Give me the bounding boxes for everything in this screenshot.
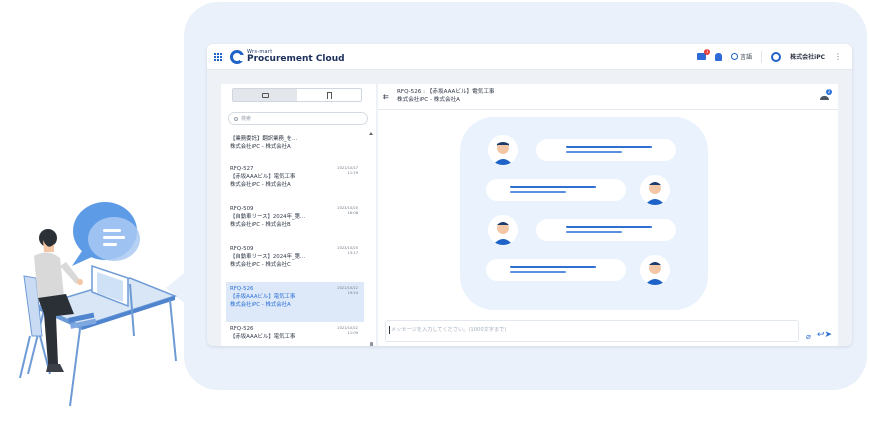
divider bbox=[761, 50, 763, 63]
chat-badge: 1 bbox=[704, 49, 711, 55]
avatar-right bbox=[640, 255, 670, 285]
apps-grid-icon[interactable] bbox=[214, 52, 222, 61]
empty-chat-illustration bbox=[460, 117, 708, 310]
list-item[interactable]: 【業務委託】翻訳業務_を… 株式会社iPC - 株式会社A bbox=[226, 132, 364, 162]
scrollbar-thumb[interactable] bbox=[370, 342, 373, 346]
list-item[interactable]: RFQ-509 2023/10/25 13:17 【自動車リース】2024年_第… bbox=[226, 242, 364, 282]
scroll-up-arrow[interactable] bbox=[369, 132, 373, 135]
message-line bbox=[566, 226, 652, 228]
list-item-selected[interactable]: RFQ-526 2021/10/22 19:24 【赤坂AAAビル】電気工事 株… bbox=[226, 282, 364, 322]
kebab-icon[interactable]: ⋮ bbox=[834, 52, 842, 61]
thread-title: RFQ-526 : 【赤坂AAAビル】電気工事 bbox=[397, 89, 495, 95]
message-line bbox=[510, 266, 596, 268]
avatar-left bbox=[488, 215, 518, 245]
tab-bookmarks[interactable] bbox=[297, 89, 361, 101]
message-line bbox=[510, 186, 596, 188]
brand-logo[interactable]: Wrs-mart Procurement Cloud bbox=[230, 49, 345, 64]
member-count: 2 bbox=[826, 89, 832, 95]
item-company: 株式会社iPC - 株式会社A bbox=[230, 302, 291, 308]
brand-name: Procurement Cloud bbox=[247, 53, 345, 64]
avatar-right bbox=[640, 175, 670, 205]
item-date: 2021/10/22 19:24 bbox=[337, 286, 358, 295]
item-date: 2023/10/25 13:17 bbox=[337, 246, 358, 255]
thread-subtitle: 株式会社iPC - 株式会社A bbox=[397, 97, 460, 103]
message-line bbox=[510, 191, 566, 193]
item-company: 株式会社iPC - 株式会社A bbox=[230, 144, 291, 150]
message-bubble bbox=[536, 219, 676, 241]
language-button[interactable]: 言語 bbox=[731, 52, 752, 61]
tab-messages[interactable] bbox=[233, 89, 297, 101]
chat-icon[interactable]: 1 bbox=[697, 49, 711, 60]
search-icon bbox=[234, 116, 238, 121]
message-input[interactable]: メッセージを入力してください。(1000文字まで) bbox=[385, 320, 799, 342]
item-date: 2023/10/20 16:08 bbox=[337, 206, 358, 215]
collapse-icon[interactable]: ⇇ bbox=[383, 93, 389, 101]
message-line bbox=[566, 146, 652, 148]
message-bubble bbox=[486, 259, 626, 281]
message-bubble bbox=[536, 139, 676, 161]
speech-bubble-graphic bbox=[72, 202, 140, 266]
conversation-list: 【業務委託】翻訳業務_を… 株式会社iPC - 株式会社A RFQ-527 20… bbox=[226, 132, 364, 342]
message-tab-icon bbox=[261, 92, 269, 98]
brand-logo-icon bbox=[230, 49, 244, 64]
conversation-list-panel: 検索 【業務委託】翻訳業務_を… 株式会社iPC - 株式会社A RFQ-527… bbox=[221, 84, 376, 346]
message-line bbox=[566, 231, 622, 233]
stage: Wrs-mart Procurement Cloud 1 言語 株式会社iPC … bbox=[0, 0, 870, 421]
item-company: 株式会社iPC - 株式会社A bbox=[230, 182, 291, 188]
message-line bbox=[566, 151, 622, 153]
app-window: Wrs-mart Procurement Cloud 1 言語 株式会社iPC … bbox=[207, 44, 852, 346]
list-item[interactable]: RFQ-527 2021/10/27 11:29 【赤坂AAAビル】電気工事 株… bbox=[226, 162, 364, 202]
attach-icon[interactable]: ⌀ bbox=[806, 332, 811, 341]
bell-icon[interactable] bbox=[715, 52, 723, 61]
language-label: 言語 bbox=[740, 54, 753, 61]
message-bubble bbox=[486, 179, 626, 201]
item-date: 2021/10/27 11:29 bbox=[337, 166, 358, 175]
person-at-desk-illustration bbox=[19, 202, 178, 407]
item-company: 株式会社iPC - 株式会社B bbox=[230, 222, 291, 228]
item-date: 2021/10/22 11:09 bbox=[337, 326, 358, 335]
send-icon[interactable]: ↩➤ bbox=[817, 330, 832, 340]
list-item[interactable]: RFQ-526 2021/10/22 11:09 【赤坂AAAビル】電気工事 bbox=[226, 322, 364, 342]
company-logo-icon bbox=[771, 51, 782, 62]
message-input-placeholder: メッセージを入力してください。(1000文字まで) bbox=[391, 327, 507, 333]
members-icon[interactable]: 2 bbox=[820, 89, 832, 100]
item-title: 【業務委託】翻訳業務_を… bbox=[230, 136, 298, 142]
search-input[interactable]: 検索 bbox=[228, 112, 368, 125]
conversation-header: ⇇ RFQ-526 : 【赤坂AAAビル】電気工事 株式会社iPC - 株式会社… bbox=[378, 84, 838, 110]
message-line bbox=[510, 271, 566, 273]
list-item[interactable]: RFQ-509 2023/10/20 16:08 【自動車リース】2024年_第… bbox=[226, 202, 364, 242]
avatar-left bbox=[488, 135, 518, 165]
company-name[interactable]: 株式会社iPC bbox=[790, 52, 825, 61]
conversation-panel: ⇇ RFQ-526 : 【赤坂AAAビル】電気工事 株式会社iPC - 株式会社… bbox=[378, 84, 838, 346]
top-bar: Wrs-mart Procurement Cloud 1 言語 株式会社iPC … bbox=[207, 44, 852, 70]
search-placeholder: 検索 bbox=[241, 116, 252, 122]
item-company: 株式会社iPC - 株式会社C bbox=[230, 262, 291, 268]
text-caret bbox=[389, 326, 390, 334]
list-tabs bbox=[232, 88, 362, 102]
bookmark-tab-icon bbox=[326, 91, 332, 99]
globe-icon bbox=[731, 53, 739, 60]
